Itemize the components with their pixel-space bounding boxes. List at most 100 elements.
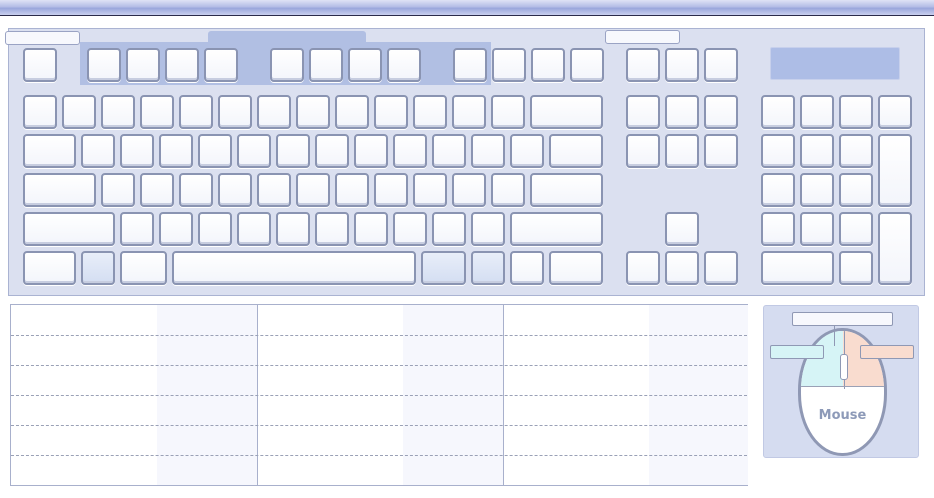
key-nav-top[interactable]: [665, 95, 699, 129]
key-sys-3[interactable]: [704, 48, 738, 82]
key-letter[interactable]: [374, 173, 408, 207]
key-arrow[interactable]: [704, 251, 738, 285]
key-letter[interactable]: [491, 173, 525, 207]
key-menu[interactable]: [510, 251, 544, 285]
key-numpad[interactable]: [800, 95, 834, 129]
key-letter[interactable]: [471, 212, 505, 246]
key-numpad[interactable]: [839, 212, 873, 246]
key-letter[interactable]: [335, 173, 369, 207]
key-shift-left[interactable]: [23, 212, 115, 246]
key-letter[interactable]: [432, 134, 466, 168]
key-f12[interactable]: [570, 48, 604, 82]
key-letter[interactable]: [452, 173, 486, 207]
key-numpad[interactable]: [761, 95, 795, 129]
key-arrow[interactable]: [665, 251, 699, 285]
key-numpad[interactable]: [800, 212, 834, 246]
key-letter[interactable]: [413, 173, 447, 207]
key-space[interactable]: [172, 251, 416, 285]
key-letter[interactable]: [393, 212, 427, 246]
key-num-row[interactable]: [257, 95, 291, 129]
key-f2[interactable]: [126, 48, 160, 82]
key-numpad[interactable]: [761, 173, 795, 207]
key-alt-right[interactable]: [421, 251, 466, 285]
key-letter[interactable]: [101, 173, 135, 207]
key-nav-mid[interactable]: [665, 134, 699, 168]
key-num-row[interactable]: [101, 95, 135, 129]
key-num-row[interactable]: [491, 95, 525, 129]
key-letter[interactable]: [237, 212, 271, 246]
key-f5[interactable]: [270, 48, 304, 82]
key-letter[interactable]: [179, 173, 213, 207]
key-letter[interactable]: [140, 173, 174, 207]
key-esc[interactable]: [23, 48, 57, 82]
key-f8[interactable]: [387, 48, 421, 82]
key-capslock[interactable]: [23, 173, 96, 207]
key-nav-top[interactable]: [704, 95, 738, 129]
key-letter[interactable]: [237, 134, 271, 168]
mouse-right-button[interactable]: [843, 331, 884, 387]
key-numpad[interactable]: [839, 95, 873, 129]
key-arrow-up[interactable]: [665, 212, 699, 246]
key-letter[interactable]: [315, 134, 349, 168]
key-num-row[interactable]: [140, 95, 174, 129]
key-arrow[interactable]: [626, 251, 660, 285]
key-num-row[interactable]: [335, 95, 369, 129]
key-shift-right[interactable]: [510, 212, 603, 246]
key-backspace[interactable]: [530, 95, 603, 129]
key-f3[interactable]: [165, 48, 199, 82]
key-num-row[interactable]: [23, 95, 57, 129]
key-backslash[interactable]: [549, 134, 603, 168]
mouse-scroll-wheel[interactable]: [840, 354, 848, 380]
key-tab[interactable]: [23, 134, 76, 168]
key-numpad[interactable]: [839, 134, 873, 168]
key-sys-1[interactable]: [626, 48, 660, 82]
key-num-row[interactable]: [413, 95, 447, 129]
key-numpad[interactable]: [800, 134, 834, 168]
key-num-row[interactable]: [62, 95, 96, 129]
key-letter[interactable]: [218, 173, 252, 207]
key-sys-2[interactable]: [665, 48, 699, 82]
key-numpad[interactable]: [839, 173, 873, 207]
key-letter[interactable]: [159, 134, 193, 168]
mouse-right-label-box[interactable]: [860, 345, 914, 359]
key-letter[interactable]: [296, 173, 330, 207]
key-win-right[interactable]: [471, 251, 505, 285]
key-ctrl-right[interactable]: [549, 251, 603, 285]
key-numpad[interactable]: [800, 173, 834, 207]
key-letter[interactable]: [120, 212, 154, 246]
key-numpad-dot[interactable]: [839, 251, 873, 285]
key-nav-mid[interactable]: [704, 134, 738, 168]
key-letter[interactable]: [393, 134, 427, 168]
key-numpad[interactable]: [761, 134, 795, 168]
key-numpad-enter[interactable]: [878, 212, 912, 285]
key-num-row[interactable]: [374, 95, 408, 129]
key-f7[interactable]: [348, 48, 382, 82]
key-letter[interactable]: [315, 212, 349, 246]
key-letter[interactable]: [120, 134, 154, 168]
key-letter[interactable]: [159, 212, 193, 246]
key-ctrl-left[interactable]: [23, 251, 76, 285]
mouse-left-button[interactable]: [801, 331, 843, 387]
key-numpad[interactable]: [761, 212, 795, 246]
key-num-row[interactable]: [179, 95, 213, 129]
key-letter[interactable]: [510, 134, 544, 168]
key-enter[interactable]: [530, 173, 603, 207]
key-f1[interactable]: [87, 48, 121, 82]
key-letter[interactable]: [276, 134, 310, 168]
key-win-left[interactable]: [81, 251, 115, 285]
key-numpad-0[interactable]: [761, 251, 834, 285]
key-nav-mid[interactable]: [626, 134, 660, 168]
key-letter[interactable]: [276, 212, 310, 246]
key-letter[interactable]: [432, 212, 466, 246]
key-numpad[interactable]: [878, 95, 912, 129]
key-letter[interactable]: [354, 212, 388, 246]
key-alt-left[interactable]: [120, 251, 167, 285]
key-letter[interactable]: [354, 134, 388, 168]
key-num-row[interactable]: [296, 95, 330, 129]
key-letter[interactable]: [198, 212, 232, 246]
key-f4[interactable]: [204, 48, 238, 82]
key-letter[interactable]: [257, 173, 291, 207]
mouse-left-label-box[interactable]: [770, 345, 824, 359]
key-numpad-plus[interactable]: [878, 134, 912, 207]
key-f10[interactable]: [492, 48, 526, 82]
